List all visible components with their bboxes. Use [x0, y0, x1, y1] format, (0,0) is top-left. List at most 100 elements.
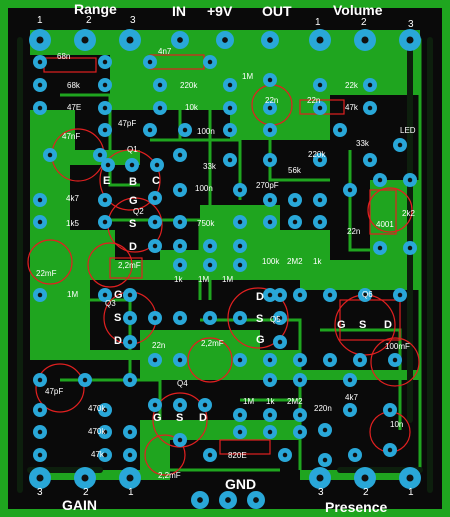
drill-hole [317, 105, 323, 111]
drill-hole [177, 315, 183, 321]
drill-hole [406, 474, 414, 482]
res-47e-top: 47E [67, 103, 82, 112]
drill-hole [253, 497, 259, 503]
res-100k: 100k [262, 257, 280, 266]
drill-hole [37, 292, 43, 298]
drill-hole [129, 162, 135, 168]
drill-hole [102, 105, 108, 111]
volume-pin-1: 1 [315, 17, 321, 28]
gain-pin-2: 2 [83, 487, 89, 498]
drill-hole [337, 127, 343, 133]
drill-hole [177, 152, 183, 158]
pcb-artwork [8, 8, 442, 509]
drill-hole [207, 243, 213, 249]
drill-hole [322, 427, 328, 433]
drill-hole [267, 292, 273, 298]
q6-pin-d: D [384, 319, 392, 331]
cap-2-2mf-b: 2,2mF [118, 261, 141, 270]
drill-hole [237, 243, 243, 249]
cap-10n: 10n [390, 420, 404, 429]
drill-hole [297, 357, 303, 363]
drill-hole [177, 437, 183, 443]
cap-270pf: 270pF [256, 181, 279, 190]
q4-pin-g: G [153, 412, 162, 424]
drill-hole [361, 36, 369, 44]
volume-label: Volume [333, 2, 383, 18]
drill-hole [237, 262, 243, 268]
cap-47pf-b: 47pF [45, 387, 64, 396]
cap-22n-c: 22n [347, 227, 361, 236]
drill-hole [297, 429, 303, 435]
res-1m-c: 1M [222, 275, 234, 284]
res-750k: 750k [197, 219, 215, 228]
drill-hole [81, 474, 89, 482]
res-33k-a: 33k [203, 162, 216, 171]
transistor-q5: Q5 [270, 315, 281, 324]
q2-pin-d: D [129, 241, 137, 253]
drill-hole [152, 402, 158, 408]
drill-hole [317, 219, 323, 225]
q1-pin-e: E [103, 175, 111, 187]
gain-label: GAIN [62, 497, 97, 513]
res-47k-top: 47k [345, 103, 358, 112]
q2-pin-s: S [129, 218, 137, 230]
drill-hole [277, 339, 283, 345]
drill-hole [152, 315, 158, 321]
led-label: LED [400, 126, 416, 135]
drill-hole [197, 497, 203, 503]
volume-pin-2: 2 [361, 17, 367, 28]
res-4k7-a: 4k7 [66, 194, 79, 203]
res-1k-a: 1k [313, 257, 322, 266]
drill-hole [267, 429, 273, 435]
drill-hole [367, 82, 373, 88]
cap-100n-b: 100n [195, 184, 213, 193]
drill-hole [222, 37, 228, 43]
res-2m2-a: 2M2 [287, 257, 303, 266]
res-4k7-b: 4k7 [345, 393, 358, 402]
q6-pin-g: G [337, 319, 346, 331]
drill-hole [317, 82, 323, 88]
drill-hole [225, 497, 231, 503]
presence-pin-3: 3 [318, 487, 324, 498]
transistor-q6: Q6 [362, 290, 373, 299]
drill-hole [102, 292, 108, 298]
drill-hole [157, 105, 163, 111]
drill-hole [361, 474, 369, 482]
drill-hole [37, 197, 43, 203]
transistor-q4: Q4 [177, 379, 188, 388]
cap-2-2mf-d: 2,2mF [158, 471, 181, 480]
drill-hole [152, 357, 158, 363]
drill-hole [37, 452, 43, 458]
plus9v-label: +9V [207, 3, 233, 19]
in-label: IN [172, 3, 186, 19]
drill-hole [81, 36, 89, 44]
drill-hole [37, 429, 43, 435]
drill-hole [126, 474, 134, 482]
res-1k-c: 1k [266, 397, 275, 406]
drill-hole [357, 357, 363, 363]
drill-hole [347, 407, 353, 413]
drill-hole [147, 127, 153, 133]
q2-pin-g: G [129, 195, 138, 207]
res-470k-a: 470k [88, 404, 106, 413]
cap-100mf: 100mF [385, 342, 410, 351]
drill-hole [207, 59, 213, 65]
res-1m-top: 1M [242, 72, 254, 81]
res-220k-a: 220k [180, 81, 198, 90]
range-label: Range [74, 1, 117, 17]
drill-hole [154, 162, 160, 168]
drill-hole [37, 407, 43, 413]
drill-hole [377, 177, 383, 183]
drill-hole [267, 127, 273, 133]
drill-hole [127, 377, 133, 383]
q4-pin-s: S [176, 412, 184, 424]
res-22k: 22k [345, 81, 358, 90]
drill-hole [347, 187, 353, 193]
presence-label: Presence [325, 499, 388, 515]
drill-hole [267, 219, 273, 225]
drill-hole [267, 157, 273, 163]
drill-hole [37, 59, 43, 65]
drill-hole [297, 292, 303, 298]
drill-hole [36, 474, 44, 482]
drill-hole [406, 36, 414, 44]
